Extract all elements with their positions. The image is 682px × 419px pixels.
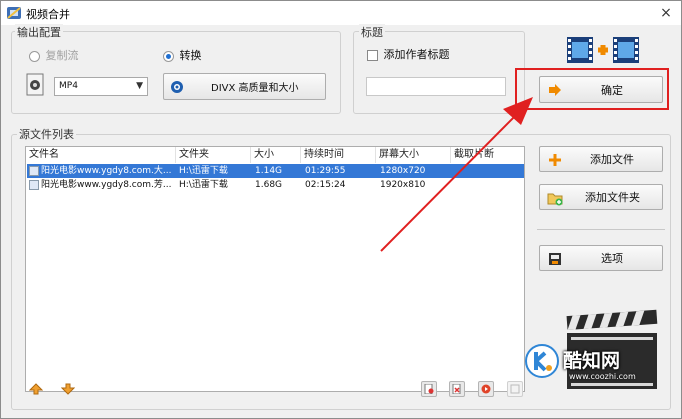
move-up-icon[interactable] <box>29 383 43 395</box>
options-label: 选项 <box>601 252 623 265</box>
watermark-brand: 酷知网 <box>563 350 621 372</box>
arrow-right-icon <box>549 84 561 96</box>
options-button[interactable]: 选项 <box>539 245 663 271</box>
row-duration: 02:15:24 <box>305 180 346 190</box>
add-folder-label: 添加文件夹 <box>585 191 640 204</box>
column-header-duration[interactable]: 持续时间 <box>301 147 376 163</box>
trim-icon <box>510 384 520 394</box>
add-author-title-check[interactable] <box>367 49 378 61</box>
output-config-legend: 输出配置 <box>15 24 63 40</box>
title-group-legend: 标题 <box>359 24 385 40</box>
video-file-icon <box>29 180 39 190</box>
watermark-k-icon <box>525 344 559 378</box>
row-size: 1.68G <box>255 180 283 190</box>
row-folder: H:\迅雷下载 <box>179 180 228 190</box>
confirm-button[interactable]: 确定 <box>539 76 663 103</box>
quality-profile-button[interactable]: DIVX 高质量和大小 <box>163 73 326 100</box>
annotation-arrow <box>380 97 533 252</box>
column-header-filename[interactable]: 文件名 <box>26 147 176 163</box>
convert-label: 转换 <box>179 49 202 62</box>
film-merge-icon <box>567 37 639 63</box>
watermark-logo: 酷知网 www.coozhi.com <box>525 344 645 388</box>
chevron-down-icon: ▼ <box>136 81 143 91</box>
trim-button[interactable] <box>507 381 523 397</box>
copy-stream-label: 复制流 <box>45 49 79 62</box>
convert-radio[interactable]: 转换 <box>163 47 202 63</box>
divider <box>537 229 665 230</box>
add-file-label: 添加文件 <box>590 153 634 166</box>
convert-radio-dot[interactable] <box>163 50 174 62</box>
row-filename: 阳光电影www.ygdy8.com.大... <box>41 166 172 176</box>
play-button[interactable] <box>478 381 494 397</box>
window-title: 视频合并 <box>26 8 70 21</box>
remove-file-icon <box>424 384 434 394</box>
source-list-legend: 源文件列表 <box>17 126 76 142</box>
copy-stream-radio-dot[interactable] <box>29 50 40 62</box>
play-icon <box>481 384 491 394</box>
column-header-folder[interactable]: 文件夹 <box>176 147 251 163</box>
move-down-icon[interactable] <box>61 383 75 395</box>
watermark-url: www.coozhi.com <box>569 372 636 381</box>
row-filename: 阳光电影www.ygdy8.com.芳... <box>41 180 172 190</box>
clear-list-button[interactable] <box>449 381 465 397</box>
format-select[interactable]: MP4 ▼ <box>54 77 148 96</box>
row-size: 1.14G <box>255 166 283 176</box>
row-duration: 01:29:55 <box>305 166 346 176</box>
video-file-icon <box>29 166 39 176</box>
copy-stream-radio[interactable]: 复制流 <box>29 47 79 63</box>
clear-list-icon <box>452 384 461 394</box>
format-icon <box>26 73 44 96</box>
add-file-button[interactable]: 添加文件 <box>539 146 663 172</box>
options-icon <box>549 253 561 265</box>
column-header-size[interactable]: 大小 <box>251 147 301 163</box>
folder-add-icon <box>547 193 563 206</box>
add-author-title-checkbox[interactable]: 添加作者标题 <box>367 46 450 62</box>
remove-file-button[interactable] <box>421 381 437 397</box>
video-merge-window: 视频合并 × 输出配置 复制流 转换 MP4 ▼ DIVX 高质量和大小 标题 … <box>0 0 682 419</box>
confirm-label: 确定 <box>601 83 623 97</box>
add-author-title-label: 添加作者标题 <box>383 48 450 61</box>
row-folder: H:\迅雷下载 <box>179 166 228 176</box>
add-folder-button[interactable]: 添加文件夹 <box>539 184 663 210</box>
quality-profile-label: DIVX 高质量和大小 <box>211 83 299 94</box>
format-select-value: MP4 <box>59 81 78 91</box>
divx-icon <box>171 81 183 93</box>
title-bar: 视频合并 × <box>1 1 681 25</box>
close-button[interactable]: × <box>657 4 675 22</box>
app-icon <box>7 7 21 19</box>
plus-icon <box>549 154 561 166</box>
